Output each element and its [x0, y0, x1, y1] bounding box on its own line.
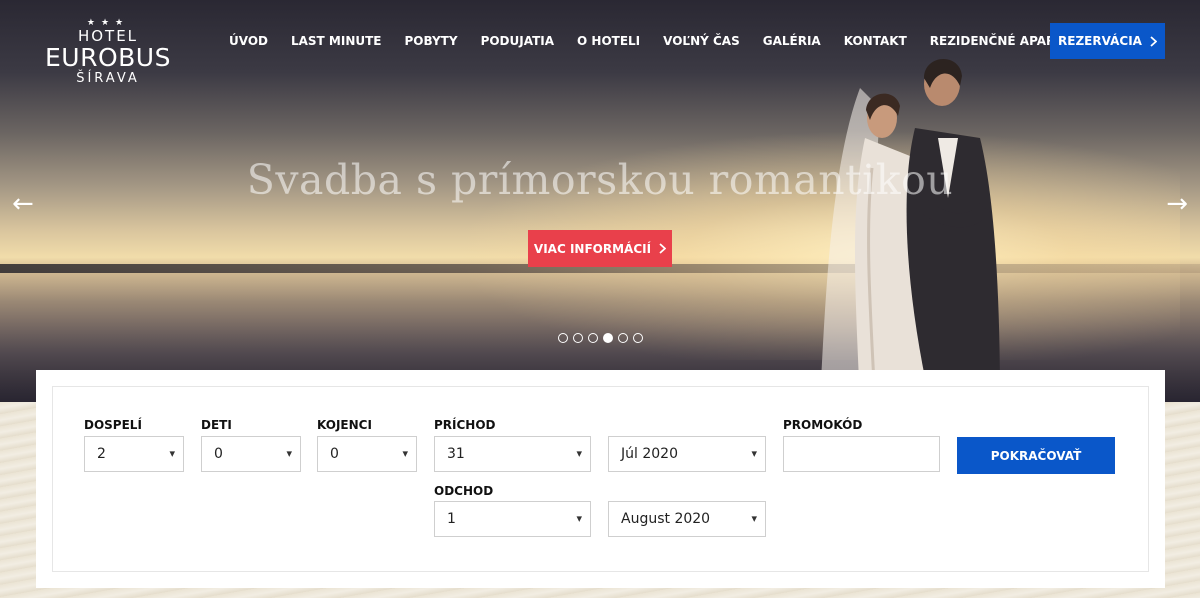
main-nav: ÚVOD LAST MINUTE POBYTY PODUJATIA O HOTE…	[229, 33, 1126, 49]
continue-button[interactable]: POKRAČOVAŤ	[957, 437, 1115, 474]
nav-item-pobyty[interactable]: POBYTY	[405, 33, 458, 49]
slide-title: Svadba s prímorskou romantikou	[246, 156, 954, 204]
adults-select[interactable]: 2 ▾	[84, 436, 184, 472]
chevron-down-icon: ▾	[576, 447, 582, 460]
reservation-label: REZERVÁCIA	[1058, 34, 1142, 48]
infants-select[interactable]: 0 ▾	[317, 436, 417, 472]
arrival-month-select[interactable]: Júl 2020 ▾	[608, 436, 766, 472]
chevron-right-icon	[1150, 35, 1157, 47]
nav-item-last-minute[interactable]: LAST MINUTE	[291, 33, 382, 49]
nav-item-kontakt[interactable]: KONTAKT	[844, 33, 907, 49]
arrival-day-value: 31	[447, 446, 465, 462]
arrival-month-value: Júl 2020	[621, 446, 678, 462]
slider-dot[interactable]	[588, 333, 598, 343]
nav-item-volny-cas[interactable]: VOĽNÝ ČAS	[663, 33, 740, 49]
more-info-label: VIAC INFORMÁCIÍ	[533, 241, 652, 256]
infants-label: KOJENCI	[317, 418, 372, 432]
children-value: 0	[214, 446, 223, 462]
promo-label: PROMOKÓD	[783, 418, 863, 432]
slider-dot[interactable]	[573, 333, 583, 343]
chevron-right-icon	[659, 243, 667, 254]
children-label: DETI	[201, 418, 232, 432]
more-info-button[interactable]: VIAC INFORMÁCIÍ	[528, 230, 672, 267]
adults-label: DOSPELÍ	[84, 418, 142, 432]
chevron-down-icon: ▾	[286, 447, 292, 460]
departure-month-value: August 2020	[621, 511, 711, 527]
hotel-logo[interactable]: ★★★ HOTEL EUROBUS ŠÍRAVA	[36, 18, 180, 90]
logo-brand-text: EUROBUS	[45, 43, 171, 72]
nav-item-o-hoteli[interactable]: O HOTELI	[577, 33, 640, 49]
slider-dot[interactable]	[558, 333, 568, 343]
chevron-down-icon: ▾	[169, 447, 175, 460]
departure-day-value: 1	[447, 511, 456, 527]
slider-dot-active[interactable]	[603, 333, 613, 343]
chevron-down-icon: ▾	[402, 447, 408, 460]
slider-dot[interactable]	[633, 333, 643, 343]
chevron-down-icon: ▾	[751, 512, 757, 525]
arrival-label: PRÍCHOD	[434, 418, 496, 432]
nav-item-podujatia[interactable]: PODUJATIA	[481, 33, 554, 49]
slider-dot[interactable]	[618, 333, 628, 343]
children-select[interactable]: 0 ▾	[201, 436, 301, 472]
booking-panel	[36, 370, 1165, 588]
slider-dots	[558, 333, 643, 343]
infants-value: 0	[330, 446, 339, 462]
departure-label: ODCHOD	[434, 484, 494, 498]
nav-item-uvod[interactable]: ÚVOD	[229, 33, 268, 49]
promo-code-input[interactable]	[783, 436, 940, 472]
nav-item-galeria[interactable]: GALÉRIA	[763, 33, 821, 49]
hero-couple-image	[820, 58, 1000, 402]
departure-month-select[interactable]: August 2020 ▾	[608, 501, 766, 537]
chevron-down-icon: ▾	[751, 447, 757, 460]
booking-form	[52, 386, 1149, 572]
hero-slider: ← → Svadba s prímorskou romantikou VIAC …	[0, 0, 1200, 402]
reservation-button[interactable]: REZERVÁCIA	[1050, 23, 1165, 59]
chevron-down-icon: ▾	[576, 512, 582, 525]
logo-place-text: ŠÍRAVA	[76, 71, 140, 86]
arrival-day-select[interactable]: 31 ▾	[434, 436, 591, 472]
departure-day-select[interactable]: 1 ▾	[434, 501, 591, 537]
adults-value: 2	[97, 446, 106, 462]
